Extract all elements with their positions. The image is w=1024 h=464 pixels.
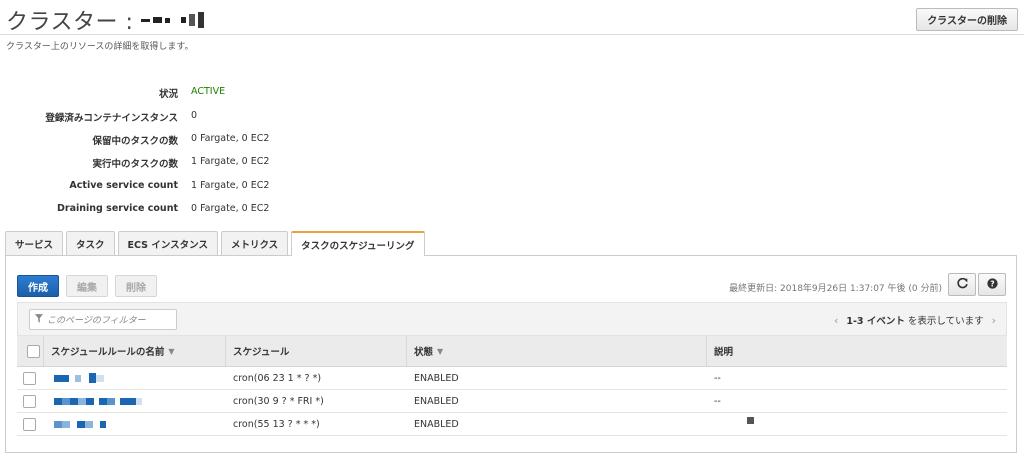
filter-icon	[35, 313, 43, 326]
detail-row-active-service: Active service count 1 Fargate, 0 EC2	[0, 180, 460, 196]
row-checkbox[interactable]	[23, 417, 36, 431]
schedule-cell: cron(30 9 ? * FRI *)	[233, 395, 324, 407]
delete-button[interactable]: 削除	[115, 275, 157, 297]
sort-down-icon: ▼	[437, 346, 444, 356]
description-cell: --	[714, 372, 721, 384]
page-title-text: クラスター :	[6, 10, 134, 35]
row-checkbox-cell	[23, 413, 36, 435]
create-button[interactable]: 作成	[17, 275, 59, 297]
table-header: スケジュールルールの名前 ▼ スケジュール 状態 ▼ 説明	[17, 336, 1007, 367]
detail-label: 登録済みコンテナインスタンス	[45, 113, 178, 124]
filter-bar: このページのフィルター ‹ 1-3 イベント を表示しています ›	[17, 302, 1007, 336]
scheduled-tasks-panel: 作成 編集 削除 最終更新日: 2018年9月26日 1:37:07 午後 (0…	[5, 255, 1017, 453]
select-all-checkbox[interactable]	[27, 344, 40, 358]
svg-text:?: ?	[990, 279, 994, 288]
row-checkbox-cell	[23, 367, 36, 389]
row-checkbox[interactable]	[23, 371, 36, 385]
detail-row-running: 実行中のタスクの数 1 Fargate, 0 EC2	[0, 156, 460, 172]
detail-label: 保留中のタスクの数	[92, 136, 178, 147]
description-cell: --	[714, 395, 721, 407]
redacted-rule-name[interactable]	[54, 390, 142, 412]
detail-label: Draining service count	[57, 203, 178, 214]
page-title: クラスター :	[6, 4, 205, 36]
redacted-rule-name[interactable]	[54, 367, 104, 389]
tab-scheduled-tasks[interactable]: タスクのスケジューリング	[291, 231, 425, 256]
edit-button[interactable]: 編集	[66, 275, 108, 297]
tab-metrics[interactable]: メトリクス	[220, 231, 289, 255]
column-header-schedule[interactable]: スケジュール	[225, 336, 289, 366]
chevron-left-icon[interactable]: ‹	[834, 314, 838, 327]
detail-value: 1 Fargate, 0 EC2	[191, 180, 270, 191]
detail-row-draining-service: Draining service count 0 Fargate, 0 EC2	[0, 203, 460, 219]
detail-label: 状況	[158, 89, 178, 100]
state-cell: ENABLED	[414, 372, 459, 384]
delete-cluster-button[interactable]: クラスターの削除	[916, 8, 1018, 31]
cluster-tabs: サービス タスク ECS インスタンス メトリクス タスクのスケジューリング	[5, 231, 428, 256]
detail-value: 0	[191, 110, 198, 121]
table-row[interactable]: cron(55 13 ? * * *) ENABLED	[17, 413, 1007, 436]
filter-placeholder: このページのフィルター	[47, 316, 146, 326]
sort-down-icon: ▼	[168, 346, 175, 356]
row-checkbox-cell	[23, 390, 36, 412]
column-header-description[interactable]: 説明	[706, 336, 733, 366]
page-description: クラスター上のリソースの詳細を取得します。	[6, 42, 194, 52]
title-divider	[0, 34, 1024, 35]
detail-value: 1 Fargate, 0 EC2	[191, 156, 270, 167]
schedule-cell: cron(06 23 1 * ? *)	[233, 372, 322, 384]
table-row[interactable]: cron(06 23 1 * ? *) ENABLED --	[17, 367, 1007, 390]
refresh-icon	[956, 277, 968, 292]
tab-ecs-instances[interactable]: ECS インスタンス	[117, 231, 218, 255]
detail-label: Active service count	[69, 180, 178, 191]
state-cell: ENABLED	[414, 395, 459, 407]
schedule-cell: cron(55 13 ? * * *)	[233, 418, 320, 430]
chevron-right-icon[interactable]: ›	[992, 314, 996, 327]
column-header-name[interactable]: スケジュールルールの名前 ▼	[43, 336, 175, 366]
pagination: ‹ 1-3 イベント を表示しています ›	[834, 313, 996, 328]
help-button[interactable]: ?	[978, 273, 1006, 296]
detail-label: 実行中のタスクの数	[92, 159, 178, 170]
select-all-cell	[19, 336, 40, 366]
help-icon: ?	[986, 277, 998, 292]
tab-tasks[interactable]: タスク	[66, 231, 115, 255]
status-value: ACTIVE	[191, 86, 226, 97]
tab-services[interactable]: サービス	[5, 231, 64, 255]
detail-value: 0 Fargate, 0 EC2	[191, 133, 270, 144]
column-header-state[interactable]: 状態 ▼	[406, 336, 443, 366]
refresh-button[interactable]	[948, 273, 976, 296]
last-updated-text: 最終更新日: 2018年9月26日 1:37:07 午後 (0 分前)	[729, 284, 942, 294]
detail-row-status: 状況 ACTIVE	[0, 86, 460, 102]
table-row[interactable]: cron(30 9 ? * FRI *) ENABLED --	[17, 390, 1007, 413]
detail-row-pending: 保留中のタスクの数 0 Fargate, 0 EC2	[0, 133, 460, 149]
detail-row-instances: 登録済みコンテナインスタンス 0	[0, 110, 460, 126]
row-checkbox[interactable]	[23, 394, 36, 408]
filter-input[interactable]: このページのフィルター	[29, 309, 177, 330]
detail-value: 0 Fargate, 0 EC2	[191, 203, 270, 214]
pager-text: 1-3 イベント を表示しています	[846, 316, 984, 327]
redacted-description	[747, 413, 754, 435]
state-cell: ENABLED	[414, 418, 459, 430]
redacted-cluster-name	[141, 12, 205, 28]
redacted-rule-name[interactable]	[54, 413, 106, 435]
